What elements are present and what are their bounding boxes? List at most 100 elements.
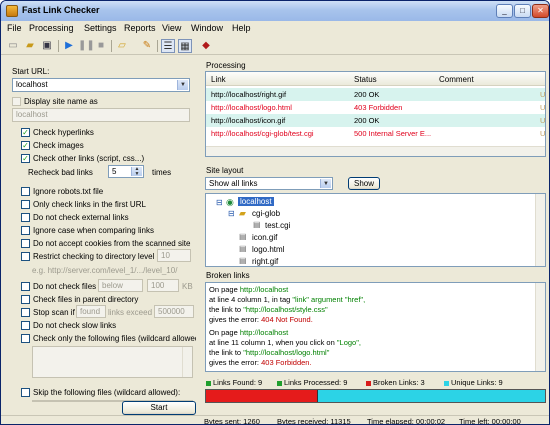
stop-scan-label: Stop scan if xyxy=(33,308,75,317)
links-exceed-stepper[interactable]: 500000 xyxy=(154,305,194,318)
display-site-name-checkbox[interactable] xyxy=(12,97,21,106)
tree-expander-icon[interactable]: ⊟ xyxy=(228,209,235,218)
book-icon[interactable]: ◆ xyxy=(199,39,213,53)
tree-item-cgi-glob[interactable]: cgi-glob xyxy=(252,209,280,218)
maximize-button[interactable]: □ xyxy=(514,4,531,18)
col-link[interactable]: Link xyxy=(211,75,226,84)
minimize-button[interactable]: _ xyxy=(496,4,513,18)
check-only-textarea[interactable] xyxy=(32,346,193,378)
grid-view-icon[interactable]: ▦ xyxy=(178,39,192,53)
restrict-level-label: Restrict checking to directory level xyxy=(33,252,155,261)
broken-target-link[interactable]: "http://localhost/style.css" xyxy=(243,305,328,314)
row-comment-marker: U xyxy=(540,116,546,125)
stop-scan-checkbox[interactable] xyxy=(21,308,30,317)
pause-icon[interactable]: ❚❚ xyxy=(78,39,95,53)
folder-icon: ▰ xyxy=(239,208,246,218)
links-found-text: Links Found: 9 xyxy=(213,378,263,387)
app-icon xyxy=(6,5,18,17)
save-icon[interactable]: ▣ xyxy=(40,39,54,53)
no-check-files-label: Do not check files xyxy=(33,282,97,291)
check-other-links-checkbox[interactable]: ✓ xyxy=(21,154,30,163)
processing-grid: Link Status Comment http://localhost/rig… xyxy=(205,71,546,157)
scrollbar[interactable] xyxy=(535,194,545,266)
start-url-combobox[interactable]: localhost ▼ xyxy=(12,78,190,92)
tree-item-right-gif[interactable]: right.gif xyxy=(252,257,278,266)
tree-item-logo-html[interactable]: logo.html xyxy=(252,245,284,254)
pencil-icon[interactable]: ✎ xyxy=(140,39,154,53)
menu-bar: File Processing Settings Reports View Wi… xyxy=(1,21,549,37)
list-view-icon[interactable]: ☰ xyxy=(161,39,175,53)
file-icon: ▤ xyxy=(239,232,247,241)
ignore-robots-checkbox[interactable] xyxy=(21,187,30,196)
check-images-checkbox[interactable]: ✓ xyxy=(21,141,30,150)
tree-item-test-cgi[interactable]: test.cgi xyxy=(265,221,290,230)
menu-settings[interactable]: Settings xyxy=(84,23,117,33)
table-row[interactable]: http://localhost/icon.gif 200 OK U xyxy=(206,114,545,127)
scrollbar[interactable] xyxy=(182,347,192,377)
start-button[interactable]: Start xyxy=(122,401,196,415)
menu-window[interactable]: Window xyxy=(191,23,223,33)
no-external-checkbox[interactable] xyxy=(21,213,30,222)
recheck-stepper[interactable]: 5 ▲ ▼ xyxy=(108,165,144,178)
menu-view[interactable]: View xyxy=(162,23,181,33)
row-link: http://localhost/icon.gif xyxy=(211,116,286,125)
menu-help[interactable]: Help xyxy=(232,23,251,33)
broken-page-link[interactable]: http://localhost xyxy=(240,328,288,337)
broken-text: On page xyxy=(209,285,240,294)
tree-expander-icon[interactable]: ⊟ xyxy=(216,198,223,207)
no-slow-checkbox[interactable] xyxy=(21,321,30,330)
stepper-arrows-icon[interactable]: ▲ ▼ xyxy=(131,167,142,177)
stop-icon[interactable]: ■ xyxy=(94,39,108,53)
no-check-files-checkbox[interactable] xyxy=(21,282,30,291)
show-button[interactable]: Show xyxy=(348,177,380,190)
chevron-down-icon[interactable]: ▼ xyxy=(320,179,331,188)
bytes-received: Bytes received: 11315 xyxy=(277,417,351,425)
menu-reports[interactable]: Reports xyxy=(124,23,156,33)
below-value: below xyxy=(102,281,123,290)
horizontal-scrollbar[interactable] xyxy=(206,146,545,156)
scrollbar[interactable] xyxy=(535,283,545,371)
display-site-name-field[interactable]: localhost xyxy=(12,108,190,122)
check-only-checkbox[interactable] xyxy=(21,334,30,343)
table-row[interactable]: http://localhost/cgi-glob/test.cgi 500 In… xyxy=(206,127,545,140)
no-cookies-checkbox[interactable] xyxy=(21,239,30,248)
chevron-down-icon[interactable]: ▼ xyxy=(177,80,188,90)
check-images-label: Check images xyxy=(33,141,84,150)
tree-item-localhost[interactable]: localhost xyxy=(238,197,274,206)
folder-icon[interactable]: ▱ xyxy=(115,39,129,53)
restrict-level-checkbox[interactable] xyxy=(21,252,30,261)
row-status: 200 OK xyxy=(354,90,380,99)
col-status[interactable]: Status xyxy=(354,75,377,84)
no-external-label: Do not check external links xyxy=(33,213,129,222)
col-comment[interactable]: Comment xyxy=(439,75,474,84)
play-icon[interactable]: ▶ xyxy=(62,39,76,53)
check-parent-checkbox[interactable] xyxy=(21,295,30,304)
unique-links-text: Unique Links: 9 xyxy=(451,378,503,387)
table-row[interactable]: http://localhost/right.gif 200 OK U xyxy=(206,88,545,101)
restrict-level-stepper[interactable]: 10 xyxy=(157,249,191,262)
broken-page-link[interactable]: http://localhost xyxy=(240,285,288,294)
menu-file[interactable]: File xyxy=(7,23,22,33)
check-hyperlinks-checkbox[interactable]: ✓ xyxy=(21,128,30,137)
row-link: http://localhost/right.gif xyxy=(211,90,287,99)
skip-files-checkbox[interactable] xyxy=(21,388,30,397)
status-bar: Bytes sent: 1260 Bytes received: 11315 T… xyxy=(1,415,549,425)
site-layout-filter[interactable]: Show all links ▼ xyxy=(205,177,333,190)
tree-item-icon-gif[interactable]: icon.gif xyxy=(252,233,277,242)
ignore-case-checkbox[interactable] xyxy=(21,226,30,235)
only-first-url-checkbox[interactable] xyxy=(21,200,30,209)
open-icon[interactable]: ▰ xyxy=(23,39,37,53)
table-row[interactable]: http://localhost/logo.html 403 Forbidden U xyxy=(206,101,545,114)
close-button[interactable]: ✕ xyxy=(532,4,549,18)
kb-stepper[interactable]: 100 xyxy=(147,279,179,292)
new-icon[interactable]: ▭ xyxy=(6,39,20,53)
menu-processing[interactable]: Processing xyxy=(29,23,74,33)
below-dropdown[interactable]: below xyxy=(98,279,143,292)
times-label: times xyxy=(152,168,172,177)
found-dropdown[interactable]: found xyxy=(76,305,106,318)
broken-error: 403 Forbidden. xyxy=(261,358,312,367)
check-parent-label: Check files in parent directory xyxy=(33,295,139,304)
processing-title: Processing xyxy=(206,61,246,70)
recheck-label: Recheck bad links xyxy=(28,168,93,177)
broken-target-link[interactable]: "http://localhost/logo.html" xyxy=(243,348,329,357)
